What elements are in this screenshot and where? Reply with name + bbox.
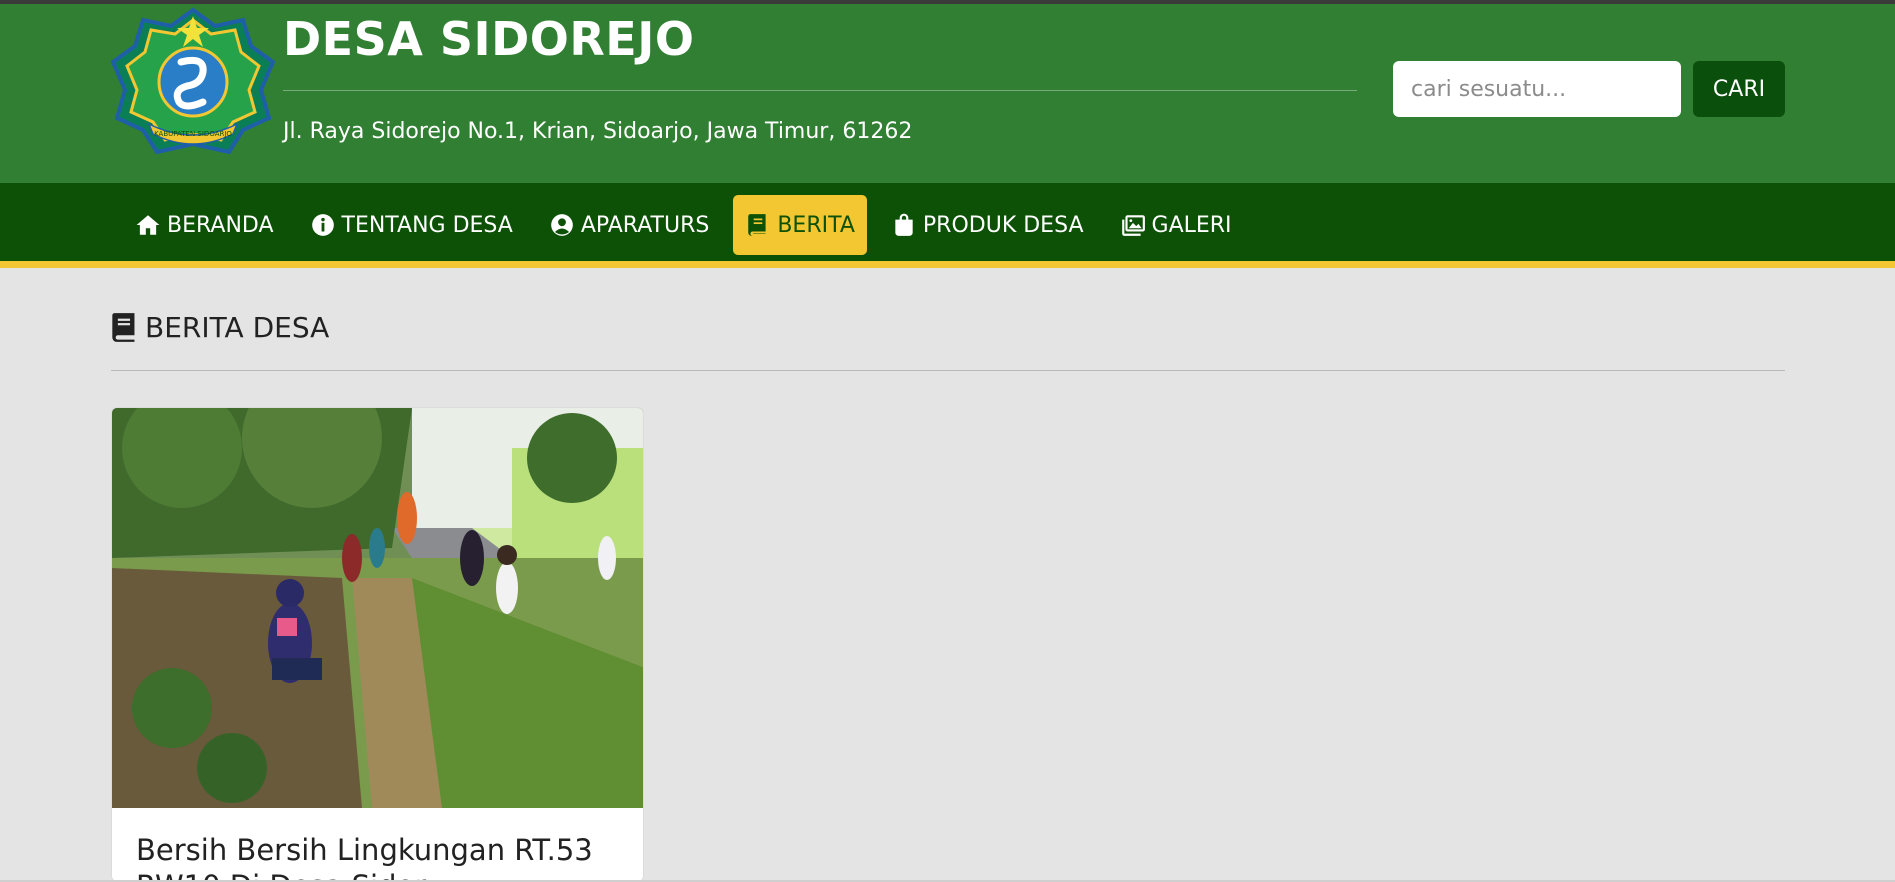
section-divider [111,370,1785,371]
images-icon [1121,215,1145,236]
nav-item-berita[interactable]: BERITA [733,195,867,255]
search-button[interactable]: CARI [1693,61,1785,117]
shopping-bag-icon [895,213,913,236]
site-address: Jl. Raya Sidorejo No.1, Krian, Sidoarjo,… [283,119,913,144]
user-circle-icon [551,214,573,236]
nav-item-label: APARATURS [580,212,710,238]
nav-item-label: BERITA [777,212,855,238]
news-card[interactable]: Bersih Bersih Lingkungan RT.53 RW10 Di D… [111,407,644,882]
nav-item-label: PRODUK DESA [922,212,1084,238]
site-title: DESA SIDOREJO [283,12,695,66]
info-circle-icon [311,214,334,236]
nav-item-aparaturs[interactable]: APARATURS [537,195,722,255]
news-image[interactable] [112,408,644,808]
nav-item-produk-desa[interactable]: PRODUK DESA [879,195,1096,255]
search-input[interactable] [1393,61,1681,117]
home-icon [136,215,160,235]
section-title-text: BERITA DESA [145,311,330,344]
nav-item-label: BERANDA [167,212,274,238]
nav-item-galeri[interactable]: GALERI [1108,195,1244,255]
section-title: BERITA DESA [111,311,329,344]
book-icon [748,214,766,236]
village-logo[interactable]: KABUPATEN SIDOARJO [111,6,276,154]
main-nav: BERANDA TENTANG DESA APARATURS BERITA PR… [0,183,1895,268]
nav-item-tentang-desa[interactable]: TENTANG DESA [298,195,525,255]
site-header: KABUPATEN SIDOARJO DESA SIDOREJO Jl. Ray… [0,4,1895,183]
title-divider [283,90,1357,91]
news-title[interactable]: Bersih Bersih Lingkungan RT.53 RW10 Di D… [136,832,621,881]
logo-text: KABUPATEN SIDOARJO [154,130,232,138]
nav-item-label: GALERI [1151,212,1232,238]
nav-item-beranda[interactable]: BERANDA [123,195,286,255]
nav-item-label: TENTANG DESA [341,212,513,238]
book-icon [112,313,135,342]
